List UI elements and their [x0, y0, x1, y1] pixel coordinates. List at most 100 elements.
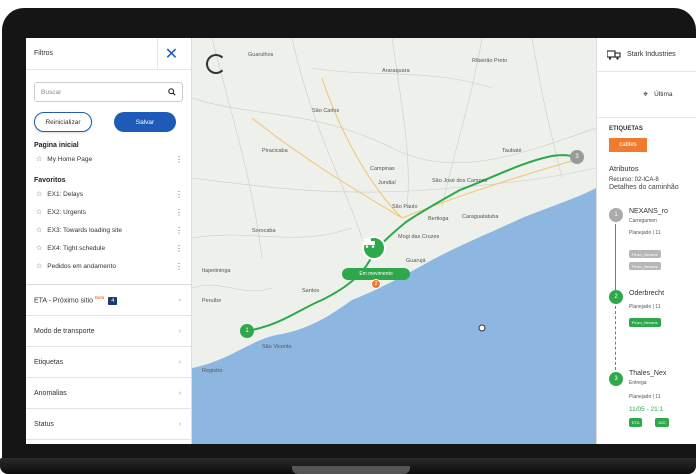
star-icon[interactable]: ☆ [36, 262, 42, 270]
map-label: Guarujá [406, 258, 426, 264]
refresh-icon[interactable] [206, 54, 226, 74]
star-icon[interactable]: ☆ [36, 226, 42, 234]
accordion-anomalies-label: Anomalias [34, 389, 67, 397]
eta-chip: ETA [629, 418, 643, 427]
resource-line: Recurso: 02-ICA-8 [609, 177, 659, 183]
favorite-item[interactable]: ☆ EX1: Delays ⋮ [36, 186, 183, 202]
star-icon[interactable]: ☆ [36, 155, 42, 163]
accordion-tags[interactable]: Etiquetas › [26, 347, 191, 378]
flow-chip: Fluxo_Nexans [629, 318, 661, 327]
map-label: São José dos Campos [432, 178, 488, 184]
company-name: Stark Industries [627, 51, 676, 58]
favorite-label: Pedidos em andamento [47, 262, 116, 270]
attributes-title: Atributos [609, 164, 639, 173]
stop-marker-orange[interactable]: 2 [371, 279, 381, 289]
map-label: Ribeirão Preto [472, 58, 508, 64]
map-label: São Paulo [392, 204, 418, 210]
chevron-right-icon: › [178, 389, 181, 397]
stop-marker-start[interactable]: 1 [240, 324, 254, 338]
stop-name[interactable]: NEXANS_ro [629, 208, 668, 215]
chevron-right-icon: › [178, 420, 181, 428]
highway-network [251, 77, 583, 219]
more-vert-icon[interactable]: ⋮ [175, 190, 183, 199]
chevron-right-icon: › [178, 296, 181, 304]
map-label: Sorocaba [252, 228, 276, 234]
count-badge: 4 [108, 297, 118, 306]
sidebar-header: Filtros ✕ [26, 38, 191, 70]
more-vert-icon[interactable]: ⋮ [175, 226, 183, 235]
last-position-row: ⌖ Última [597, 72, 696, 118]
stop-planned: Planejado | 11 [629, 230, 661, 236]
accordion-eta-label: ETA - Próximo sitio [34, 297, 93, 305]
accordion-transport-label: Modo de transporte [34, 327, 95, 335]
map-label: Piracicaba [262, 148, 288, 154]
more-vert-icon[interactable]: ⋮ [175, 208, 183, 217]
details-panel: Stark Industries ⌖ Última ETIQUETAS cabl… [596, 38, 696, 444]
flow-chip: Fluxo_Nexans [629, 250, 661, 258]
map-label: Peruíbe [202, 298, 222, 304]
star-icon[interactable]: ☆ [36, 244, 42, 252]
stop-number: 1 [609, 208, 623, 222]
map-label: Araraquara [382, 68, 410, 74]
accordion-status-label: Status [34, 420, 54, 428]
chevron-right-icon: › [178, 358, 181, 366]
route-connector [615, 224, 616, 290]
search-icon [168, 88, 176, 96]
map-label: Guarulhos [248, 52, 274, 58]
home-section-title: Pagina inicial [34, 142, 79, 149]
accordion-eta[interactable]: ETA - Próximo sitio Beta4 › [26, 285, 191, 316]
accordion-tags-label: Etiquetas [34, 358, 64, 366]
more-vert-icon[interactable]: ⋮ [175, 155, 183, 164]
tag-chip[interactable]: cables [609, 138, 647, 152]
search-input[interactable]: Buscar [34, 82, 183, 102]
stop-name[interactable]: Oderbrecht [629, 290, 664, 297]
stop-type: Carregamen [629, 218, 657, 224]
truck-icon [364, 239, 375, 248]
sea-area [192, 188, 596, 444]
stop-name[interactable]: Thales_Nex [629, 370, 666, 377]
favorite-label: EX2: Urgents [47, 208, 86, 216]
more-vert-icon[interactable]: ⋮ [175, 244, 183, 253]
accordion-anomalies[interactable]: Anomalias › [26, 378, 191, 409]
favorites-section-title: Favoritos [34, 177, 66, 184]
map-label: Taubaté [502, 148, 522, 154]
map-label: Bertioga [428, 216, 449, 222]
favorite-item[interactable]: ☆ EX4: Tight schedule ⋮ [36, 240, 183, 256]
star-icon[interactable]: ☆ [36, 190, 42, 198]
star-icon[interactable]: ☆ [36, 208, 42, 216]
home-page-label: My Home Page [47, 155, 93, 163]
sidebar-title: Filtros [34, 50, 54, 57]
flow-chip: Fluxo_Nexans [629, 262, 661, 270]
beta-badge: Beta [94, 294, 105, 300]
favorite-item[interactable]: ☆ Pedidos em andamento ⋮ [36, 258, 183, 274]
tags-title: ETIQUETAS [609, 126, 643, 132]
company-header: Stark Industries [597, 38, 696, 72]
last-position-label: Última [654, 91, 673, 98]
save-button[interactable]: Salvar [114, 112, 176, 132]
favorite-item[interactable]: ☆ EX2: Urgents ⋮ [36, 204, 183, 220]
stop-type: Entrega [629, 380, 647, 386]
close-icon[interactable]: ✕ [157, 38, 185, 70]
accordion-status[interactable]: Status › [26, 409, 191, 440]
reset-button[interactable]: Reinicializar [34, 112, 92, 132]
more-vert-icon[interactable]: ⋮ [175, 262, 183, 271]
stop-eta-time: 11/05 - 21:1 [629, 406, 664, 413]
favorite-item[interactable]: ☆ EX3: Towards loading site ⋮ [36, 222, 183, 238]
stop-number: 2 [609, 290, 623, 304]
map-label: Itapetininga [202, 268, 231, 274]
stop-marker-end[interactable]: 3 [570, 150, 584, 164]
stop-planned: Planejado | 11 [629, 304, 661, 310]
favorite-label: EX4: Tight schedule [47, 244, 106, 252]
stop-number: 3 [609, 372, 623, 386]
map-marker [478, 324, 486, 332]
home-page-item[interactable]: ☆ My Home Page ⋮ [36, 151, 183, 167]
favorite-label: EX3: Towards loading site [47, 226, 122, 234]
accordion-transport[interactable]: Modo de transporte › [26, 316, 191, 347]
route-map[interactable]: Guarulhos São Carlos Campinas Jundiaí Sã… [192, 38, 596, 444]
truck-marker[interactable] [362, 236, 386, 260]
truck-icon [607, 49, 621, 60]
map-label: Santos [302, 288, 320, 294]
chevron-right-icon: › [178, 327, 181, 335]
map-canvas [192, 38, 596, 444]
eta-date-chip: 11/0 [655, 418, 669, 427]
